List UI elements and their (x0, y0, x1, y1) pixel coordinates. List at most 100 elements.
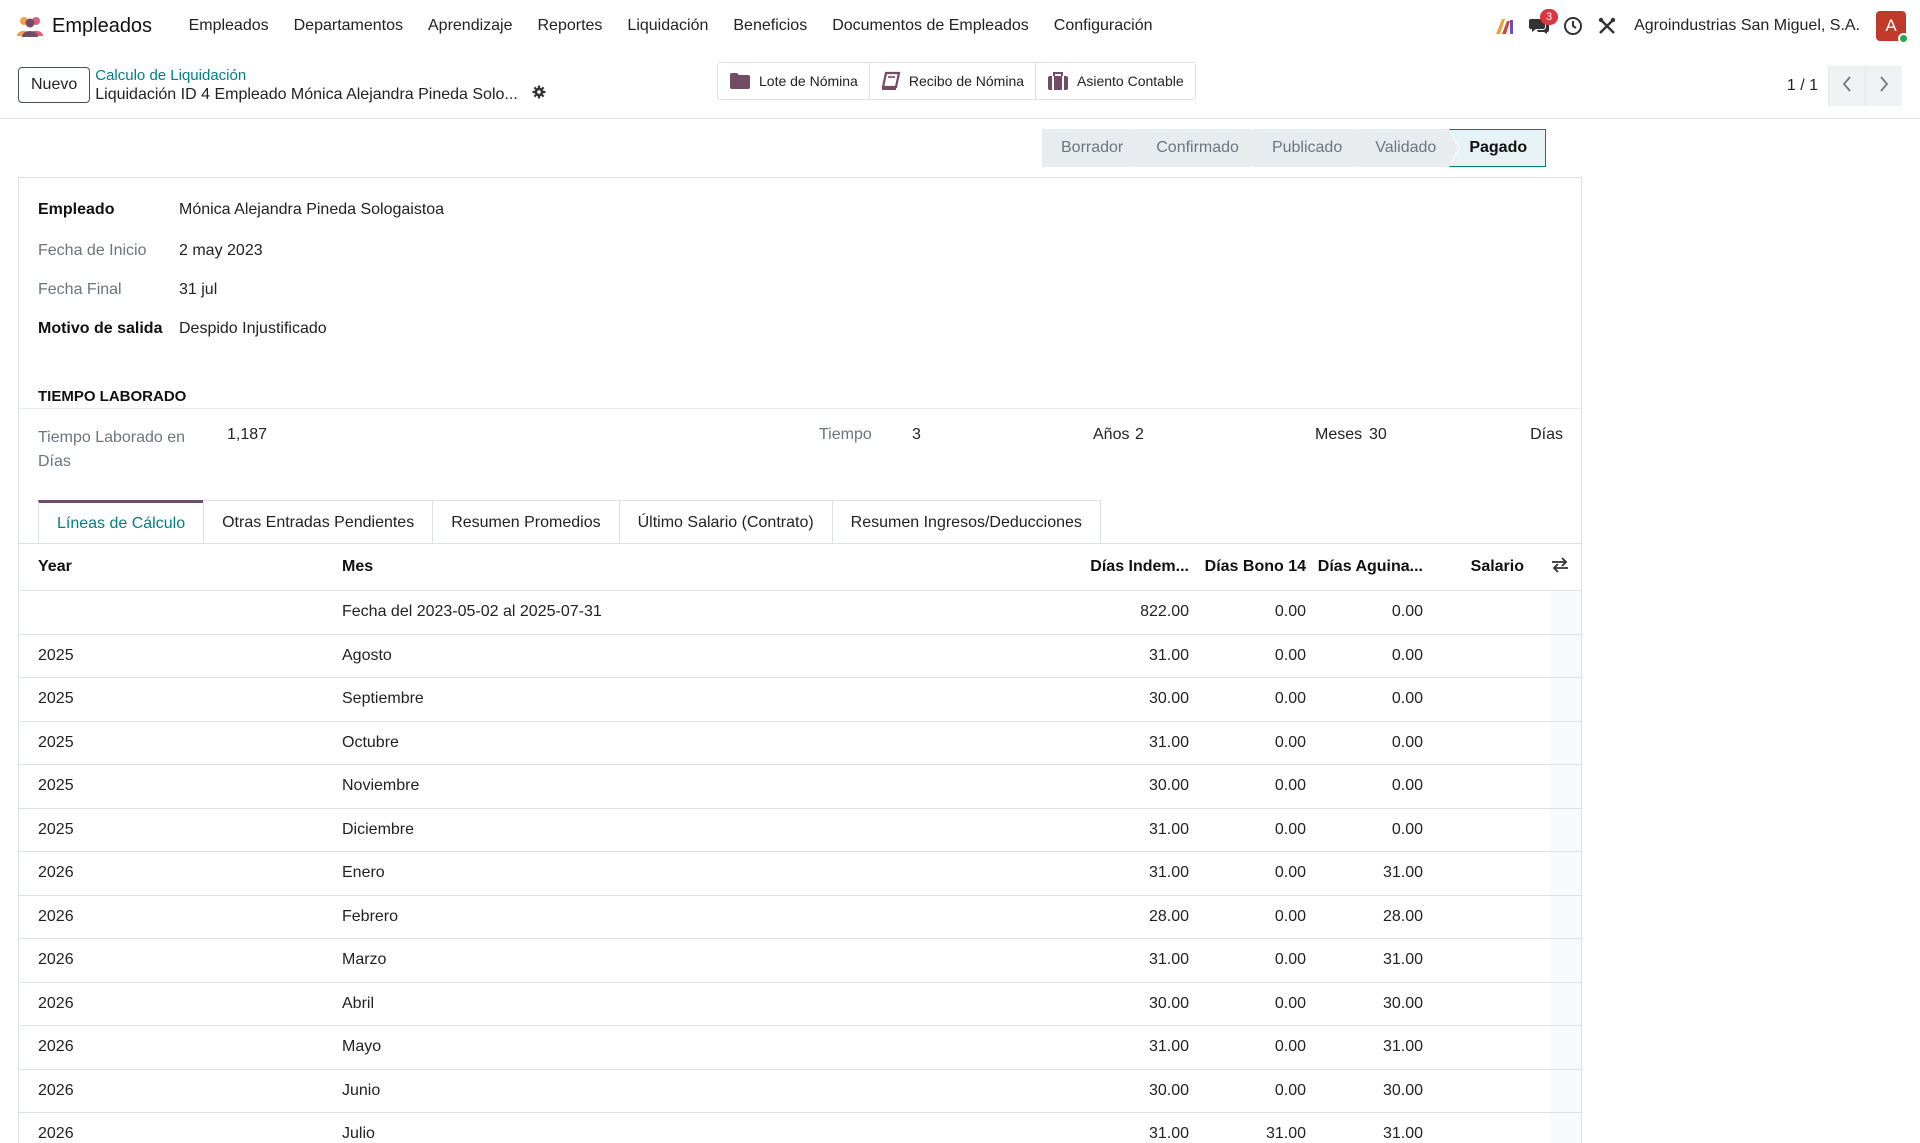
folder-icon (729, 72, 751, 90)
status-validado[interactable]: Validado (1355, 129, 1460, 167)
cell-salario (1551, 1113, 1581, 1143)
lines-table: Year Mes Días Indem... Días Bono 14 Días… (19, 544, 1581, 1143)
cell-salario (1551, 982, 1581, 1025)
menu-empleados[interactable]: Empleados (176, 17, 281, 35)
cell-salario (1551, 852, 1581, 895)
avatar-letter: A (1885, 16, 1897, 35)
table-row[interactable]: 2026 Abril 30.00 0.00 30.00 (19, 982, 1581, 1026)
payslip-batch-button[interactable]: Lote de Nómina (718, 63, 870, 99)
cell-mes: Octubre (342, 733, 399, 751)
table-row[interactable]: 2025 Septiembre 30.00 0.00 0.00 (19, 678, 1581, 722)
header-mes[interactable]: Mes (342, 558, 373, 576)
cell-dias-indem: 31.00 (1148, 1125, 1189, 1143)
menu-aprendizaje[interactable]: Aprendizaje (416, 17, 526, 35)
cell-mes: Junio (342, 1081, 381, 1099)
menu-beneficios[interactable]: Beneficios (721, 17, 820, 35)
top-navbar: Empleados Empleados Departamentos Aprend… (0, 0, 1920, 52)
cell-mes: Febrero (342, 907, 399, 925)
status-confirmado[interactable]: Confirmado (1136, 129, 1262, 167)
cell-year: 2025 (38, 820, 74, 838)
status-publicado[interactable]: Publicado (1251, 129, 1366, 167)
table-row[interactable]: 2026 Enero 31.00 0.00 31.00 (19, 852, 1581, 896)
menu-documentos[interactable]: Documentos de Empleados (820, 17, 1042, 35)
cell-year: 2026 (38, 994, 74, 1012)
tiempo-meses-value[interactable]: 2 (1135, 426, 1144, 444)
breadcrumb-parent-link[interactable]: Calculo de Liquidación (95, 66, 546, 85)
fecha-inicio-value[interactable]: 2 may 2023 (179, 242, 263, 260)
employees-app-icon[interactable] (14, 10, 46, 42)
pager-previous-button[interactable] (1828, 66, 1865, 106)
header-dias-indem[interactable]: Días Indem... (1090, 558, 1189, 576)
chevron-left-icon (1842, 75, 1852, 97)
cell-salario (1551, 634, 1581, 677)
cell-year: 2026 (38, 907, 74, 925)
table-row[interactable]: 2026 Julio 31.00 31.00 31.00 (19, 1113, 1581, 1143)
tab-lineas-calculo[interactable]: Líneas de Cálculo (38, 500, 205, 544)
menu-configuracion[interactable]: Configuración (1041, 17, 1165, 35)
cell-dias-aguinaldo: 31.00 (1382, 864, 1423, 882)
journal-entry-button[interactable]: Asiento Contable (1036, 63, 1195, 99)
cell-mes: Marzo (342, 951, 387, 969)
tiempo-dias-rest-value[interactable]: 30 (1369, 426, 1387, 444)
journal-entry-label: Asiento Contable (1077, 73, 1184, 89)
chat-icon[interactable]: 3 (1522, 9, 1559, 43)
cell-dias-bono14: 0.00 (1274, 603, 1306, 621)
cell-dias-aguinaldo: 31.00 (1382, 1038, 1423, 1056)
optional-columns-icon[interactable] (1551, 556, 1569, 578)
ai-assistant-icon[interactable] (1488, 9, 1522, 43)
new-button[interactable]: Nuevo (18, 67, 91, 103)
cell-dias-indem: 30.00 (1148, 994, 1189, 1012)
tab-ultimo-salario[interactable]: Último Salario (Contrato) (618, 500, 833, 544)
menu-reportes[interactable]: Reportes (525, 17, 615, 35)
cell-mes: Julio (342, 1125, 375, 1143)
status-pagado[interactable]: Pagado (1449, 129, 1547, 167)
cell-mes: Enero (342, 864, 385, 882)
menu-departamentos[interactable]: Departamentos (281, 17, 415, 35)
main-menu: Empleados Departamentos Aprendizaje Repo… (176, 17, 1165, 35)
cell-mes: Septiembre (342, 690, 424, 708)
breadcrumb: Calculo de Liquidación Liquidación ID 4 … (95, 66, 546, 104)
table-row[interactable]: 2026 Mayo 31.00 0.00 31.00 (19, 1026, 1581, 1070)
menu-liquidacion[interactable]: Liquidación (615, 17, 721, 35)
payslip-button[interactable]: Recibo de Nómina (869, 63, 1037, 99)
table-row[interactable]: 2026 Febrero 28.00 0.00 28.00 (19, 895, 1581, 939)
pager-next-button[interactable] (1865, 66, 1902, 106)
user-avatar[interactable]: A (1876, 11, 1909, 44)
table-row[interactable]: 2025 Octubre 31.00 0.00 0.00 (19, 721, 1581, 765)
cell-salario (1551, 765, 1581, 808)
tiempo-anios-value[interactable]: 3 (912, 426, 921, 444)
empleado-value[interactable]: Mónica Alejandra Pineda Sologaistoa (179, 201, 444, 219)
fecha-final-value[interactable]: 31 jul (179, 281, 217, 299)
company-switcher[interactable]: Agroindustrias San Miguel, S.A. (1634, 17, 1860, 35)
tab-resumen-ingresos[interactable]: Resumen Ingresos/Deducciones (831, 500, 1101, 544)
header-year[interactable]: Year (38, 558, 72, 576)
motivo-value[interactable]: Despido Injustificado (179, 320, 327, 338)
pager-value[interactable]: 1 / 1 (1787, 77, 1818, 95)
table-row[interactable]: Fecha del 2023-05-02 al 2025-07-31 822.00… (19, 591, 1581, 635)
cell-year: 2025 (38, 646, 74, 664)
table-row[interactable]: 2026 Marzo 31.00 0.00 31.00 (19, 939, 1581, 983)
smart-buttons: Lote de Nómina Recibo de Nómina Asiento … (717, 62, 1196, 100)
table-row[interactable]: 2025 Diciembre 31.00 0.00 0.00 (19, 808, 1581, 852)
cell-salario (1551, 678, 1581, 721)
table-row[interactable]: 2025 Agosto 31.00 0.00 0.00 (19, 634, 1581, 678)
activity-clock-icon[interactable] (1556, 9, 1590, 43)
app-name[interactable]: Empleados (52, 15, 152, 38)
cell-dias-bono14: 0.00 (1274, 646, 1306, 664)
cell-dias-aguinaldo: 28.00 (1382, 907, 1423, 925)
table-row[interactable]: 2026 Junio 30.00 0.00 30.00 (19, 1069, 1581, 1113)
header-dias-aguinaldo[interactable]: Días Aguina... (1318, 558, 1423, 576)
header-salario[interactable]: Salario (1471, 558, 1524, 576)
tiempo-dias-value[interactable]: 1,187 (227, 426, 267, 444)
header-dias-bono14[interactable]: Días Bono 14 (1205, 558, 1306, 576)
gear-icon[interactable] (532, 85, 546, 104)
tab-resumen-promedios[interactable]: Resumen Promedios (432, 500, 620, 544)
cell-year: 2025 (38, 690, 74, 708)
fecha-inicio-label: Fecha de Inicio (38, 242, 147, 259)
table-row[interactable]: 2025 Noviembre 30.00 0.00 0.00 (19, 765, 1581, 809)
field-empleado: Empleado Mónica Alejandra Pineda Sologai… (38, 201, 444, 219)
tab-otras-entradas[interactable]: Otras Entradas Pendientes (203, 500, 434, 544)
status-borrador[interactable]: Borrador (1042, 129, 1147, 167)
cell-dias-indem: 30.00 (1148, 777, 1189, 795)
tools-icon[interactable] (1590, 9, 1624, 43)
